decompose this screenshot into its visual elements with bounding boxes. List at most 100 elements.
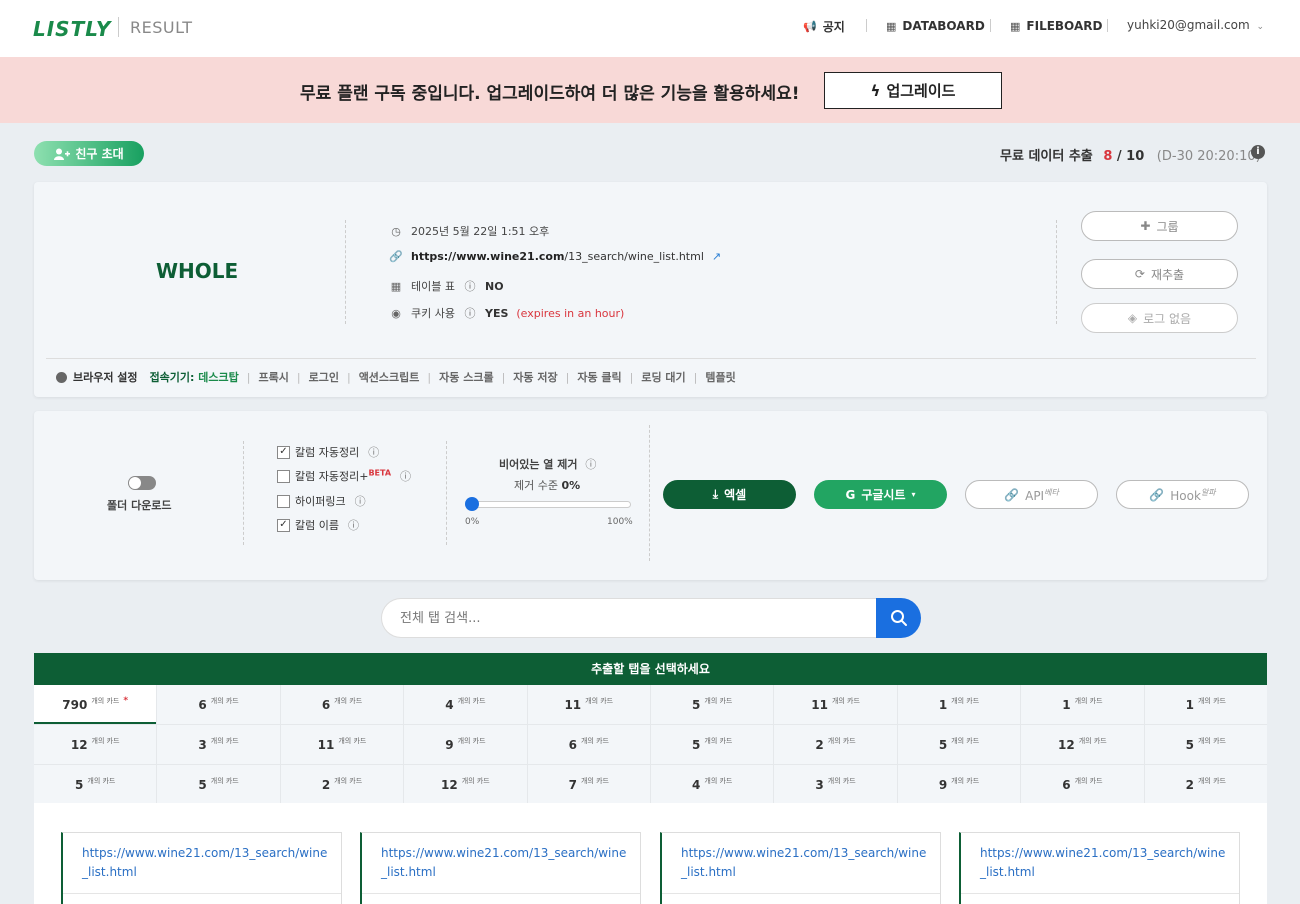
checkbox-checked-icon[interactable]: ✓: [277, 518, 290, 532]
check-column-name[interactable]: ✓ 칼럼 이름 ⓘ: [277, 517, 359, 533]
tab-cell[interactable]: 7 개의 카드: [527, 765, 650, 804]
slider-handle[interactable]: [465, 497, 479, 511]
grid-icon: ▦: [1010, 19, 1021, 33]
tab-cell[interactable]: 4 개의 카드: [651, 765, 774, 804]
info-icon[interactable]: ⓘ: [463, 278, 477, 294]
result-card[interactable]: https://www.wine21.com/13_search/wine_li…: [360, 832, 641, 904]
tab-cell[interactable]: 3 개의 카드: [157, 725, 280, 764]
section-title: RESULT: [130, 18, 193, 37]
tab-card-unit: 개의 카드: [827, 776, 856, 785]
user-menu[interactable]: yuhki20@gmail.com ⌄: [1127, 18, 1264, 32]
tab-cell[interactable]: 5 개의 카드: [157, 765, 280, 804]
nav-notice[interactable]: 📢 공지: [803, 18, 845, 34]
tab-cell[interactable]: 12 개의 카드: [34, 725, 157, 764]
opt-template[interactable]: 템플릿: [705, 369, 735, 385]
tab-cell[interactable]: 6 개의 카드: [280, 685, 404, 724]
device-setting[interactable]: 접속기기: 데스크탑: [150, 369, 239, 385]
info-icon[interactable]: ⓘ: [585, 458, 596, 471]
check-auto-column[interactable]: ✓ 칼럼 자동정리 ⓘ: [277, 444, 379, 460]
reextract-button[interactable]: ⟳ 재추출: [1081, 259, 1238, 289]
tab-cell[interactable]: 1 개의 카드: [1144, 685, 1267, 724]
opt-auto-save[interactable]: 자동 저장: [513, 369, 557, 385]
search-button[interactable]: [876, 598, 921, 638]
hook-button[interactable]: 🔗 Hook알파: [1116, 480, 1249, 509]
tab-cell[interactable]: 1 개의 카드: [1021, 685, 1144, 724]
tab-card-unit: 개의 카드: [1197, 736, 1226, 745]
tab-cell[interactable]: 5 개의 카드: [1144, 725, 1267, 764]
group-button[interactable]: ✚ 그룹: [1081, 211, 1238, 241]
panel-divider: [46, 358, 1256, 359]
card-url[interactable]: https://www.wine21.com/13_search/wine_li…: [980, 844, 1230, 882]
divider: [649, 425, 650, 561]
tab-cell[interactable]: 2 개의 카드: [774, 725, 897, 764]
tab-cell[interactable]: 5 개의 카드: [34, 765, 157, 804]
google-sheet-button[interactable]: G 구글시트 ▾: [814, 480, 947, 509]
target-icon: ◉: [391, 306, 401, 320]
result-card[interactable]: https://www.wine21.com/13_search/wine_li…: [959, 832, 1240, 904]
divider: [446, 441, 447, 545]
card-url[interactable]: https://www.wine21.com/13_search/wine_li…: [681, 844, 931, 882]
opt-login[interactable]: 로그인: [309, 369, 339, 385]
tab-card-count: 1: [938, 697, 948, 712]
tab-cell[interactable]: 6 개의 카드: [1021, 765, 1144, 804]
tab-cell[interactable]: 11 개의 카드: [527, 685, 650, 724]
listly-logo[interactable]: LISTLY: [33, 17, 111, 41]
info-icon[interactable]: ⓘ: [463, 305, 477, 321]
tab-cell[interactable]: 9 개의 카드: [404, 725, 527, 764]
tab-cell[interactable]: 790 개의 카드 *: [34, 685, 157, 724]
invite-friend-button[interactable]: 친구 초대: [34, 141, 144, 166]
cookie-option-row: ◉ 쿠키 사용 ⓘ YES (expires in an hour): [389, 305, 624, 321]
tab-cell[interactable]: 4 개의 카드: [404, 685, 527, 724]
opt-proxy[interactable]: 프록시: [259, 369, 289, 385]
tab-card-count: 3: [815, 777, 824, 792]
checkbox-icon[interactable]: [277, 469, 290, 483]
result-card[interactable]: https://www.wine21.com/13_search/wine_li…: [61, 832, 342, 904]
check-auto-column-plus[interactable]: 칼럼 자동정리+BETA ⓘ: [277, 468, 411, 484]
result-card[interactable]: https://www.wine21.com/13_search/wine_li…: [660, 832, 941, 904]
external-link-icon[interactable]: ↗: [712, 250, 721, 263]
checkbox-icon[interactable]: [277, 494, 290, 508]
opt-loading-wait[interactable]: 로딩 대기: [641, 369, 685, 385]
checkbox-checked-icon[interactable]: ✓: [277, 445, 290, 459]
tab-cell[interactable]: 5 개의 카드: [897, 725, 1021, 764]
tab-cell[interactable]: 2 개의 카드: [280, 765, 404, 804]
tab-cell[interactable]: 6 개의 카드: [157, 685, 280, 724]
card-url[interactable]: https://www.wine21.com/13_search/wine_li…: [82, 844, 332, 882]
api-button[interactable]: 🔗 API베타: [965, 480, 1098, 509]
opt-auto-scroll[interactable]: 자동 스크롤: [439, 369, 493, 385]
nav-databoard[interactable]: ▦ DATABOARD: [886, 18, 985, 34]
card-url[interactable]: https://www.wine21.com/13_search/wine_li…: [381, 844, 631, 882]
nav-fileboard[interactable]: ▦ FILEBOARD: [1010, 18, 1102, 34]
tab-card-unit: 개의 카드: [1197, 776, 1226, 785]
empty-column-slider[interactable]: [471, 501, 631, 508]
tab-cell[interactable]: 12 개의 카드: [1021, 725, 1144, 764]
tab-card-unit: 개의 카드: [1074, 696, 1103, 705]
tab-cell[interactable]: 5 개의 카드: [651, 685, 774, 724]
check-hyperlink[interactable]: 하이퍼링크 ⓘ: [277, 493, 366, 509]
tab-cell[interactable]: 9 개의 카드: [897, 765, 1021, 804]
upgrade-button[interactable]: ϟ 업그레이드: [824, 72, 1002, 109]
no-log-button[interactable]: ◈ 로그 없음: [1081, 303, 1238, 333]
tab-cell[interactable]: 6 개의 카드: [527, 725, 650, 764]
opt-action-script[interactable]: 액션스크립트: [359, 369, 420, 385]
extraction-url[interactable]: https://www.wine21.com/13_search/wine_li…: [411, 250, 704, 263]
tab-cell[interactable]: 12 개의 카드: [404, 765, 527, 804]
tab-card-unit: 개의 카드: [210, 776, 239, 785]
folder-download-toggle[interactable]: [128, 476, 156, 490]
info-icon[interactable]: ⓘ: [368, 444, 379, 460]
tab-cell[interactable]: 1 개의 카드: [897, 685, 1021, 724]
tab-cell[interactable]: 3 개의 카드: [774, 765, 897, 804]
excel-download-button[interactable]: ⤓ 엑셀: [663, 480, 796, 509]
opt-auto-click[interactable]: 자동 클릭: [577, 369, 621, 385]
tab-cell[interactable]: 5 개의 카드: [651, 725, 774, 764]
tab-card-count: 4: [692, 777, 701, 792]
tab-search-input[interactable]: [400, 610, 860, 626]
info-icon[interactable]: ⓘ: [348, 517, 359, 533]
url-domain: https://www.wine21.com: [411, 250, 565, 263]
tab-cell[interactable]: 11 개의 카드: [280, 725, 404, 764]
info-icon[interactable]: i: [1251, 145, 1265, 159]
tab-cell[interactable]: 2 개의 카드: [1144, 765, 1267, 804]
info-icon[interactable]: ⓘ: [355, 493, 366, 509]
info-icon[interactable]: ⓘ: [400, 468, 411, 484]
tab-cell[interactable]: 11 개의 카드: [774, 685, 897, 724]
